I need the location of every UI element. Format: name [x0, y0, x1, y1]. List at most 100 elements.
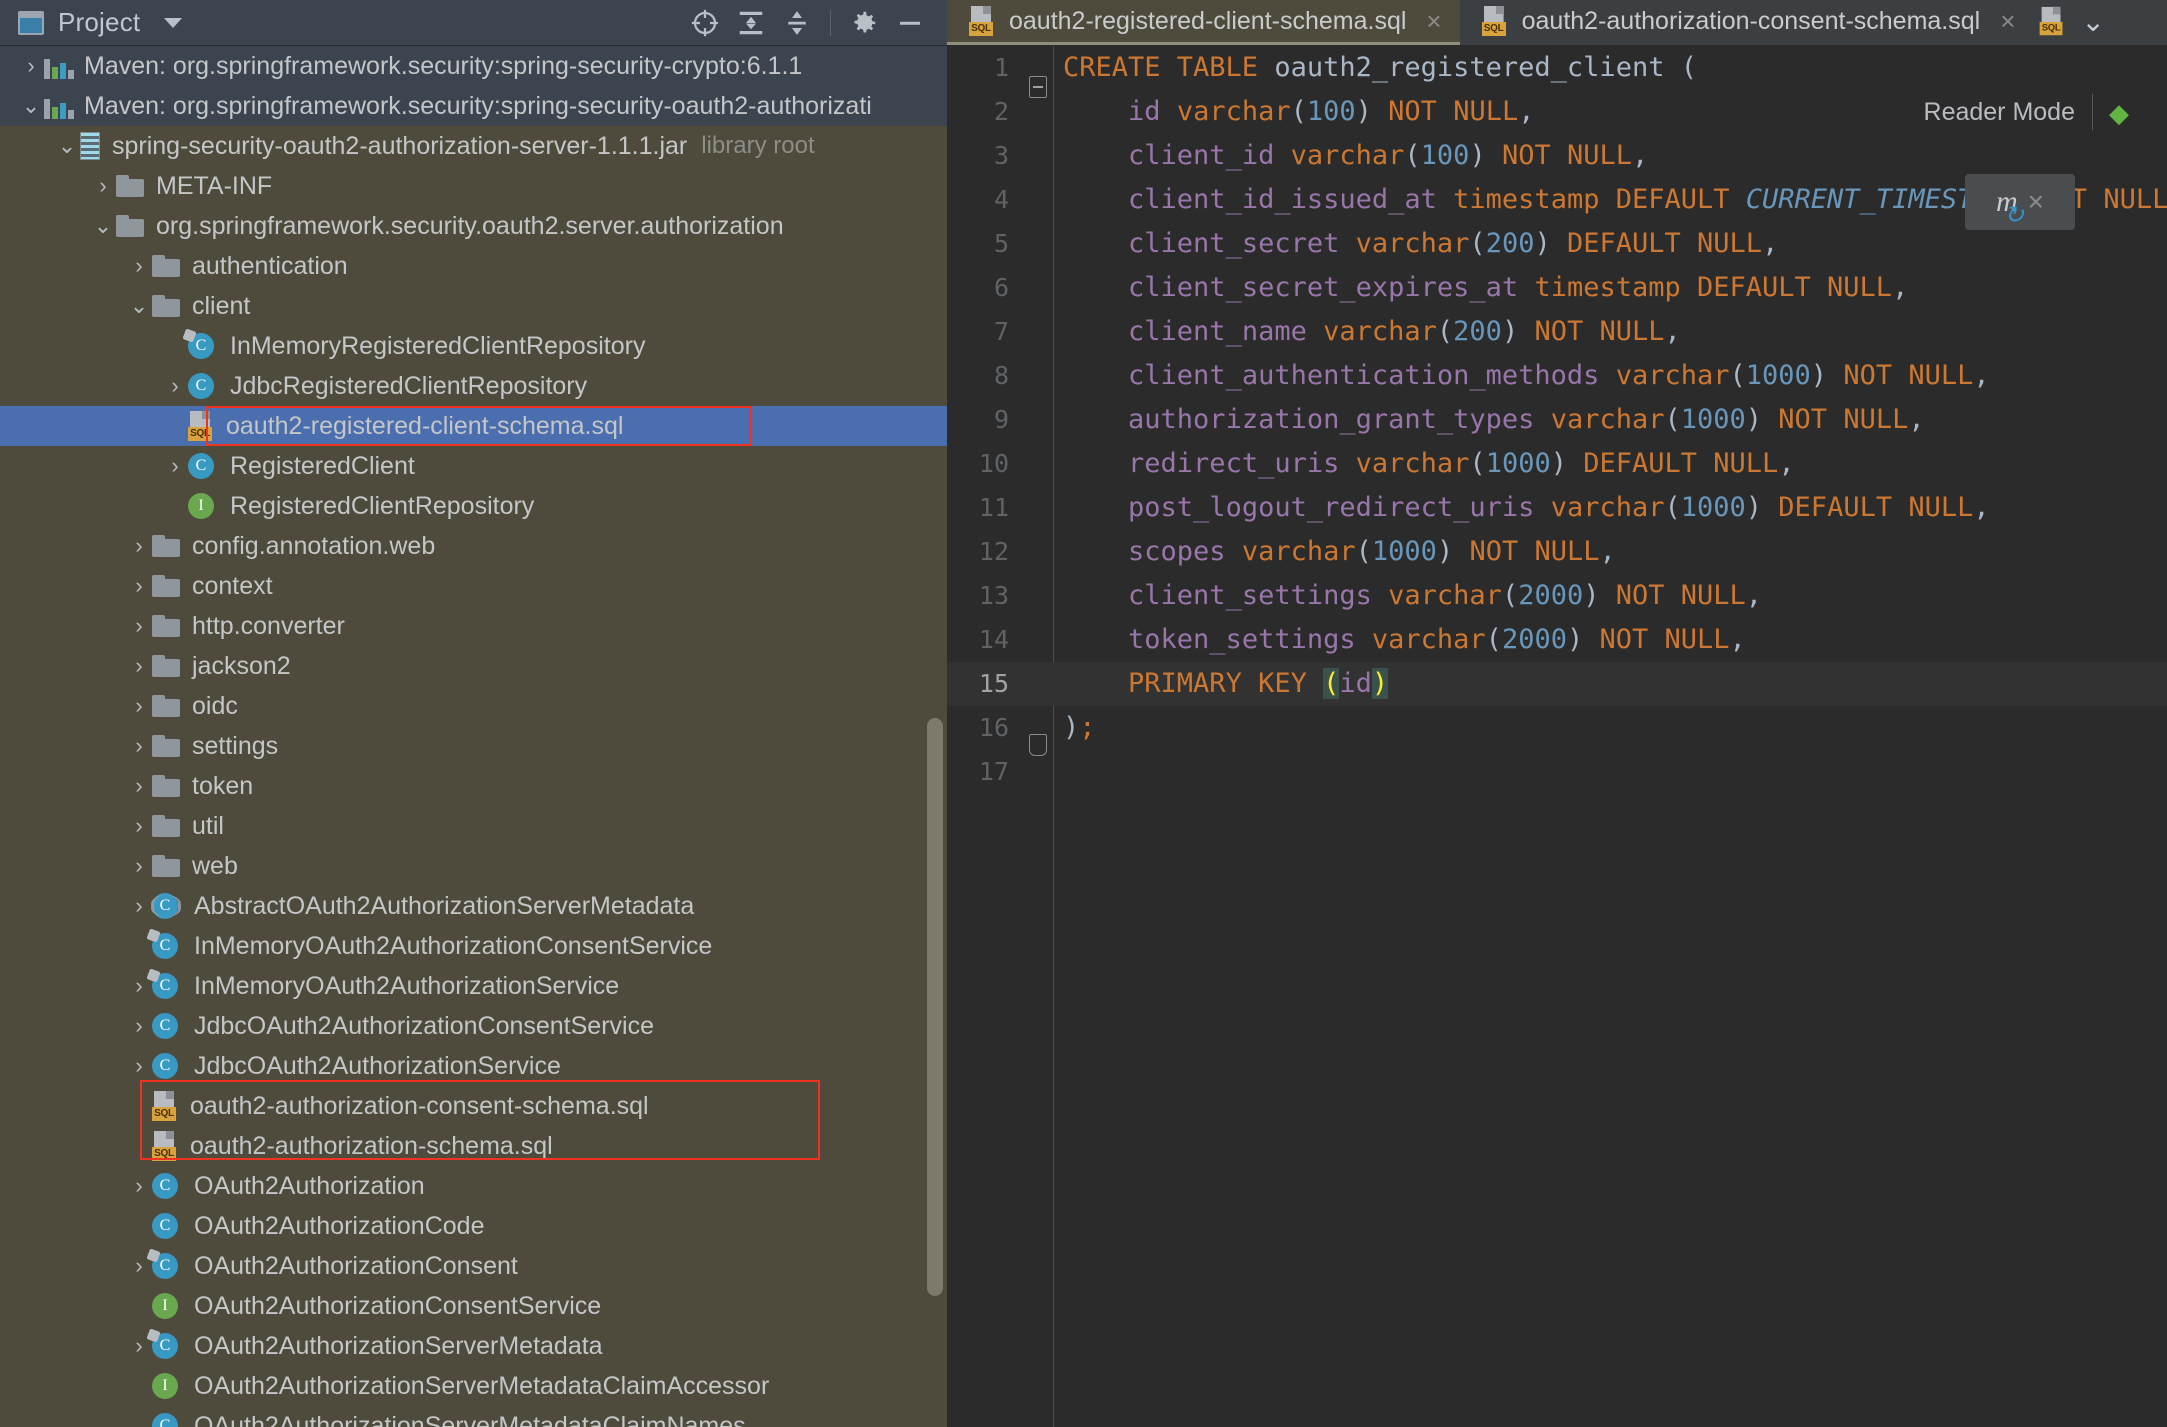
tree-row[interactable]: ⌄ Maven: org.springframework.security:spr…	[0, 86, 947, 126]
reader-mode-label[interactable]: Reader Mode	[1924, 98, 2075, 127]
tree-row[interactable]: › context	[0, 566, 947, 606]
code-line[interactable]: 12 scopes varchar(1000) NOT NULL,	[947, 530, 2167, 574]
tree-row[interactable]: ›SQL oauth2-authorization-schema.sql	[0, 1126, 947, 1166]
chevron-down-icon[interactable]	[164, 17, 183, 28]
close-icon[interactable]: ×	[2028, 186, 2044, 218]
chevron-right-icon[interactable]: ›	[126, 1095, 152, 1117]
tree-row[interactable]: › C JdbcOAuth2AuthorizationConsentService	[0, 1006, 947, 1046]
gear-icon[interactable]	[841, 0, 887, 46]
chevron-right-icon[interactable]: ›	[126, 695, 152, 717]
chevron-right-icon[interactable]: ›	[126, 1375, 152, 1397]
collapse-all-icon[interactable]	[774, 0, 820, 46]
chevron-right-icon[interactable]: ›	[162, 375, 188, 397]
tree-row[interactable]: › C JdbcRegisteredClientRepository	[0, 366, 947, 406]
chevron-right-icon[interactable]: ›	[126, 1215, 152, 1237]
project-tree[interactable]: › Maven: org.springframework.security:spr…	[0, 46, 947, 1427]
tree-row[interactable]: ›SQL oauth2-authorization-consent-schema.…	[0, 1086, 947, 1126]
chevron-right-icon[interactable]: ›	[126, 775, 152, 797]
code-line[interactable]: 16);	[947, 706, 2167, 756]
code-line[interactable]: 15 PRIMARY KEY (id)	[947, 662, 2167, 706]
tree-row[interactable]: › C JdbcOAuth2AuthorizationService	[0, 1046, 947, 1086]
tab-oauth2-registered-client-schema[interactable]: SQL oauth2-registered-client-schema.sql …	[947, 0, 1460, 45]
tree-row[interactable]: › C RegisteredClient	[0, 446, 947, 486]
tree-row[interactable]: › settings	[0, 726, 947, 766]
tree-row[interactable]: › token	[0, 766, 947, 806]
chevron-right-icon[interactable]: ›	[126, 615, 152, 637]
tree-row[interactable]: › C OAuth2Authorization	[0, 1166, 947, 1206]
chevron-right-icon[interactable]: ›	[126, 1055, 152, 1077]
close-icon[interactable]: ×	[1426, 8, 1441, 34]
code-line[interactable]: 3 client_id varchar(100) NOT NULL,	[947, 134, 2167, 178]
tree-row[interactable]: ⌄ spring-security-oauth2-authorization-se…	[0, 126, 947, 166]
close-icon[interactable]: ×	[2000, 8, 2015, 34]
tree-row[interactable]: › web	[0, 846, 947, 886]
chevron-right-icon[interactable]: ›	[126, 855, 152, 877]
chevron-down-icon[interactable]: ⌄	[54, 135, 80, 157]
tab-overflow[interactable]: SQL ⌄	[2033, 0, 2120, 45]
chevron-down-icon[interactable]: ⌄	[2081, 5, 2104, 38]
inspection-status-icon[interactable]: ◆	[2109, 98, 2129, 129]
chevron-right-icon[interactable]: ›	[126, 1135, 152, 1157]
code-line[interactable]: 8 client_authentication_methods varchar(…	[947, 354, 2167, 398]
tree-row[interactable]: ⌄ client	[0, 286, 947, 326]
chevron-right-icon[interactable]: ›	[126, 1295, 152, 1317]
chevron-right-icon[interactable]: ›	[126, 895, 152, 917]
tree-row[interactable]: › jackson2	[0, 646, 947, 686]
chevron-down-icon[interactable]: ⌄	[18, 95, 44, 117]
tree-row[interactable]: › Maven: org.springframework.security:spr…	[0, 46, 947, 86]
tree-row[interactable]: › C OAuth2AuthorizationConsent	[0, 1246, 947, 1286]
tree-row[interactable]: ›I RegisteredClientRepository	[0, 486, 947, 526]
code-editor[interactable]: 1 CREATE TABLE oauth2_registered_client (…	[947, 46, 2167, 1427]
code-line[interactable]: 10 redirect_uris varchar(1000) DEFAULT N…	[947, 442, 2167, 486]
chevron-right-icon[interactable]: ›	[126, 1415, 152, 1427]
chevron-right-icon[interactable]: ›	[126, 735, 152, 757]
tree-row[interactable]: ›CInMemoryOAuth2AuthorizationConsentServ…	[0, 926, 947, 966]
chevron-right-icon[interactable]: ›	[162, 495, 188, 517]
tree-row[interactable]: › oidc	[0, 686, 947, 726]
tree-row[interactable]: ›I OAuth2AuthorizationServerMetadataClaim…	[0, 1366, 947, 1406]
code-line[interactable]: 7 client_name varchar(200) NOT NULL,	[947, 310, 2167, 354]
chevron-right-icon[interactable]: ›	[126, 575, 152, 597]
chevron-down-icon[interactable]: ⌄	[126, 295, 152, 317]
tree-row[interactable]: › config.annotation.web	[0, 526, 947, 566]
project-tree-pane[interactable]: › Maven: org.springframework.security:spr…	[0, 46, 947, 1427]
chevron-right-icon[interactable]: ›	[126, 655, 152, 677]
tree-row[interactable]: ›CInMemoryRegisteredClientRepository	[0, 326, 947, 366]
expand-all-icon[interactable]	[728, 0, 774, 46]
tree-row[interactable]: › util	[0, 806, 947, 846]
code-content[interactable]: 1 CREATE TABLE oauth2_registered_client (…	[947, 46, 2167, 794]
tab-oauth2-authorization-consent-schema[interactable]: SQL oauth2-authorization-consent-schema.…	[1460, 0, 2034, 45]
code-line[interactable]: 1 CREATE TABLE oauth2_registered_client (	[947, 46, 2167, 98]
chevron-right-icon[interactable]: ›	[126, 1175, 152, 1197]
tree-row[interactable]: › C AbstractOAuth2AuthorizationServerMetad…	[0, 886, 947, 926]
locate-icon[interactable]	[682, 0, 728, 46]
maven-reload-widget[interactable]: m ↻ ×	[1965, 174, 2075, 230]
tree-row[interactable]: › C OAuth2AuthorizationServerMetadata	[0, 1326, 947, 1366]
tree-row[interactable]: ⌄ org.springframework.security.oauth2.ser…	[0, 206, 947, 246]
chevron-right-icon[interactable]: ›	[18, 55, 44, 77]
minimize-icon[interactable]	[887, 0, 933, 46]
chevron-right-icon[interactable]: ›	[126, 255, 152, 277]
tree-row[interactable]: › authentication	[0, 246, 947, 286]
tree-row[interactable]: ›SQL oauth2-registered-client-schema.sql	[0, 406, 947, 446]
tree-scrollbar-thumb[interactable]	[927, 718, 943, 1296]
chevron-right-icon[interactable]: ›	[126, 1015, 152, 1037]
tree-row[interactable]: ›I OAuth2AuthorizationConsentService	[0, 1286, 947, 1326]
chevron-right-icon[interactable]: ›	[90, 175, 116, 197]
chevron-right-icon[interactable]: ›	[126, 815, 152, 837]
code-line[interactable]: 9 authorization_grant_types varchar(1000…	[947, 398, 2167, 442]
code-line[interactable]: 13 client_settings varchar(2000) NOT NUL…	[947, 574, 2167, 618]
chevron-down-icon[interactable]: ⌄	[90, 215, 116, 237]
tree-row[interactable]: › http.converter	[0, 606, 947, 646]
tree-row[interactable]: ›C OAuth2AuthorizationServerMetadataClaim…	[0, 1406, 947, 1427]
code-line[interactable]: 6 client_secret_expires_at timestamp DEF…	[947, 266, 2167, 310]
chevron-right-icon[interactable]: ›	[162, 415, 188, 437]
chevron-right-icon[interactable]: ›	[126, 535, 152, 557]
tree-row[interactable]: ›C OAuth2AuthorizationCode	[0, 1206, 947, 1246]
code-line[interactable]: 17	[947, 750, 2167, 794]
tree-row[interactable]: › C InMemoryOAuth2AuthorizationService	[0, 966, 947, 1006]
chevron-right-icon[interactable]: ›	[162, 455, 188, 477]
code-line[interactable]: 14 token_settings varchar(2000) NOT NULL…	[947, 618, 2167, 662]
code-line[interactable]: 11 post_logout_redirect_uris varchar(100…	[947, 486, 2167, 530]
tree-row[interactable]: › META-INF	[0, 166, 947, 206]
